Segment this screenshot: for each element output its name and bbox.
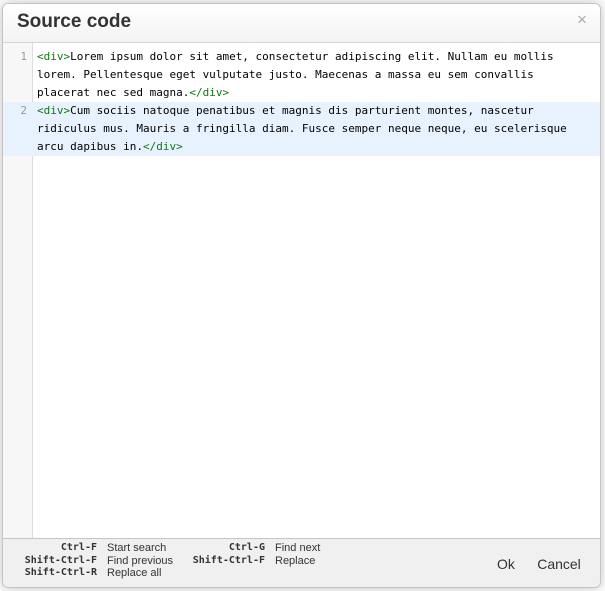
- line-content: Cum sociis natoque penatibus et magnis d…: [37, 104, 574, 153]
- shortcut-key: Ctrl-F: [60, 542, 97, 553]
- ok-button[interactable]: Ok: [488, 550, 524, 578]
- open-tag: <div>: [37, 50, 71, 63]
- line-number: 1: [20, 50, 27, 63]
- close-tag: </div>: [189, 86, 230, 99]
- shortcut-description: Start search: [107, 542, 167, 554]
- open-tag: <div>: [37, 104, 71, 117]
- cancel-button[interactable]: Cancel: [530, 550, 588, 578]
- dialog-titlebar: Source code ×: [3, 4, 600, 43]
- shortcut-key: Ctrl-G: [228, 542, 265, 553]
- shortcut-key: Shift-Ctrl-R: [24, 567, 97, 578]
- shortcut-description: Replace all: [107, 567, 162, 579]
- shortcut-key: Shift-Ctrl-F: [24, 554, 97, 566]
- code-text[interactable]: <div>Cum sociis natoque penatibus et mag…: [37, 102, 567, 156]
- close-tag: </div>: [142, 140, 183, 153]
- shortcut-description: Find next: [275, 542, 321, 554]
- code-editor[interactable]: 1 <div>Lorem ipsum dolor sit amet, conse…: [3, 43, 600, 540]
- shortcut-description: Find previous: [107, 554, 174, 567]
- source-code-dialog: Source code × 1 <div>Lorem ipsum dolor s…: [2, 3, 601, 588]
- code-text[interactable]: <div>Lorem ipsum dolor sit amet, consect…: [37, 48, 567, 102]
- dialog-footer: Ctrl-F Start search Ctrl-G Find next Shi…: [3, 538, 600, 587]
- shortcut-key: Shift-Ctrl-F: [192, 554, 265, 566]
- dialog-title: Source code: [17, 11, 132, 32]
- line-number: 2: [20, 104, 27, 117]
- code-line-1[interactable]: 1 <div>Lorem ipsum dolor sit amet, conse…: [3, 48, 600, 102]
- shortcut-description: Replace: [275, 554, 316, 567]
- close-icon[interactable]: ×: [574, 11, 590, 29]
- code-line-2[interactable]: 2 <div>Cum sociis natoque penatibus et m…: [3, 102, 600, 156]
- line-content: Lorem ipsum dolor sit amet, consectetur …: [37, 50, 561, 99]
